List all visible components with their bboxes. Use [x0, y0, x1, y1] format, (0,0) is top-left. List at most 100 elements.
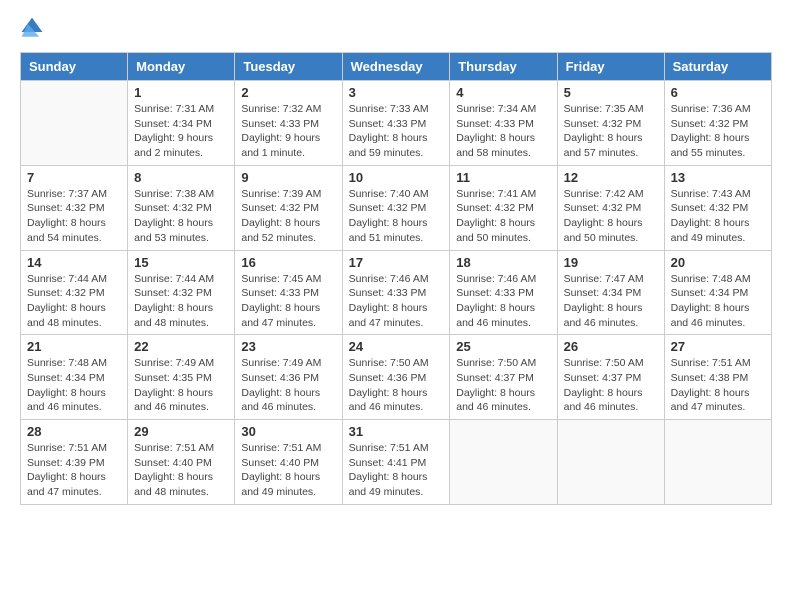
day-info: Sunrise: 7:42 AMSunset: 4:32 PMDaylight:…: [564, 187, 658, 246]
calendar-cell: 27Sunrise: 7:51 AMSunset: 4:38 PMDayligh…: [664, 335, 771, 420]
logo-icon: [20, 16, 44, 40]
day-number: 31: [349, 424, 444, 439]
weekday-header: Thursday: [450, 53, 557, 81]
calendar-cell: 17Sunrise: 7:46 AMSunset: 4:33 PMDayligh…: [342, 250, 450, 335]
day-number: 26: [564, 339, 658, 354]
day-number: 6: [671, 85, 765, 100]
calendar-cell: 20 Sunrise: 7:48 AMSunset: 4:34 PMDayligh…: [664, 250, 771, 335]
day-info: Sunrise: 7:50 AMSunset: 4:37 PMDaylight:…: [564, 356, 658, 415]
calendar-cell: 18 Sunrise: 7:46 AMSunset: 4:33 PMDayligh…: [450, 250, 557, 335]
calendar-cell: 3Sunrise: 7:33 AMSunset: 4:33 PMDaylight…: [342, 81, 450, 166]
calendar-cell: 13Sunrise: 7:43 AMSunset: 4:32 PMDayligh…: [664, 165, 771, 250]
day-info: Sunrise: 7:36 AMSunset: 4:32 PMDaylight:…: [671, 102, 765, 161]
weekday-header: Saturday: [664, 53, 771, 81]
calendar-cell: [557, 420, 664, 505]
calendar-cell: 9 Sunrise: 7:39 AMSunset: 4:32 PMDaylight…: [235, 165, 342, 250]
day-number: 1: [134, 85, 228, 100]
day-number: 28: [27, 424, 121, 439]
calendar-cell: 21 Sunrise: 7:48 AMSunset: 4:34 PMDayligh…: [21, 335, 128, 420]
day-info: Sunrise: 7:50 AMSunset: 4:36 PMDaylight:…: [349, 356, 444, 415]
day-info: Sunrise: 7:49 AMSunset: 4:36 PMDaylight:…: [241, 356, 335, 415]
day-number: 15: [134, 255, 228, 270]
day-number: 10: [349, 170, 444, 185]
day-info: Sunrise: 7:51 AMSunset: 4:39 PMDaylight:…: [27, 441, 121, 500]
day-number: 8: [134, 170, 228, 185]
day-info: Sunrise: 7:51 AMSunset: 4:41 PMDaylight:…: [349, 441, 444, 500]
day-number: 19: [564, 255, 658, 270]
calendar-cell: 11 Sunrise: 7:41 AMSunset: 4:32 PMDayligh…: [450, 165, 557, 250]
day-info: Sunrise: 7:50 AMSunset: 4:37 PMDaylight:…: [456, 356, 550, 415]
weekday-header: Monday: [128, 53, 235, 81]
calendar-cell: 30 Sunrise: 7:51 AMSunset: 4:40 PMDayligh…: [235, 420, 342, 505]
calendar-cell: 14Sunrise: 7:44 AMSunset: 4:32 PMDayligh…: [21, 250, 128, 335]
day-info: Sunrise: 7:40 AMSunset: 4:32 PMDaylight:…: [349, 187, 444, 246]
page-header: [20, 16, 772, 40]
calendar-cell: 26 Sunrise: 7:50 AMSunset: 4:37 PMDayligh…: [557, 335, 664, 420]
day-number: 29: [134, 424, 228, 439]
calendar-week-row: 14Sunrise: 7:44 AMSunset: 4:32 PMDayligh…: [21, 250, 772, 335]
day-info: Sunrise: 7:34 AMSunset: 4:33 PMDaylight:…: [456, 102, 550, 161]
day-number: 5: [564, 85, 658, 100]
day-number: 11: [456, 170, 550, 185]
day-number: 21: [27, 339, 121, 354]
calendar-cell: 10 Sunrise: 7:40 AMSunset: 4:32 PMDayligh…: [342, 165, 450, 250]
calendar-week-row: 1 Sunrise: 7:31 AMSunset: 4:34 PMDaylight…: [21, 81, 772, 166]
calendar-cell: 23Sunrise: 7:49 AMSunset: 4:36 PMDayligh…: [235, 335, 342, 420]
calendar-week-row: 21 Sunrise: 7:48 AMSunset: 4:34 PMDayligh…: [21, 335, 772, 420]
day-info: Sunrise: 7:51 AMSunset: 4:40 PMDaylight:…: [134, 441, 228, 500]
day-info: Sunrise: 7:49 AMSunset: 4:35 PMDaylight:…: [134, 356, 228, 415]
day-info: Sunrise: 7:35 AMSunset: 4:32 PMDaylight:…: [564, 102, 658, 161]
calendar-header-row: SundayMondayTuesdayWednesdayThursdayFrid…: [21, 53, 772, 81]
weekday-header: Wednesday: [342, 53, 450, 81]
day-info: Sunrise: 7:32 AMSunset: 4:33 PMDaylight:…: [241, 102, 335, 161]
day-number: 9: [241, 170, 335, 185]
calendar-cell: [450, 420, 557, 505]
calendar-cell: 16 Sunrise: 7:45 AMSunset: 4:33 PMDayligh…: [235, 250, 342, 335]
day-info: Sunrise: 7:44 AMSunset: 4:32 PMDaylight:…: [134, 272, 228, 331]
logo: [20, 16, 48, 40]
day-info: Sunrise: 7:46 AMSunset: 4:33 PMDaylight:…: [349, 272, 444, 331]
day-info: Sunrise: 7:48 AMSunset: 4:34 PMDaylight:…: [671, 272, 765, 331]
calendar-week-row: 28 Sunrise: 7:51 AMSunset: 4:39 PMDayligh…: [21, 420, 772, 505]
day-info: Sunrise: 7:51 AMSunset: 4:40 PMDaylight:…: [241, 441, 335, 500]
weekday-header: Friday: [557, 53, 664, 81]
day-info: Sunrise: 7:33 AMSunset: 4:33 PMDaylight:…: [349, 102, 444, 161]
calendar-cell: 25 Sunrise: 7:50 AMSunset: 4:37 PMDayligh…: [450, 335, 557, 420]
calendar-cell: 31 Sunrise: 7:51 AMSunset: 4:41 PMDayligh…: [342, 420, 450, 505]
calendar-cell: 8 Sunrise: 7:38 AMSunset: 4:32 PMDaylight…: [128, 165, 235, 250]
day-number: 12: [564, 170, 658, 185]
calendar-cell: 29 Sunrise: 7:51 AMSunset: 4:40 PMDayligh…: [128, 420, 235, 505]
calendar-week-row: 7Sunrise: 7:37 AMSunset: 4:32 PMDaylight…: [21, 165, 772, 250]
day-info: Sunrise: 7:45 AMSunset: 4:33 PMDaylight:…: [241, 272, 335, 331]
day-number: 2: [241, 85, 335, 100]
calendar-cell: 24 Sunrise: 7:50 AMSunset: 4:36 PMDayligh…: [342, 335, 450, 420]
calendar-cell: 7Sunrise: 7:37 AMSunset: 4:32 PMDaylight…: [21, 165, 128, 250]
calendar-cell: 6 Sunrise: 7:36 AMSunset: 4:32 PMDaylight…: [664, 81, 771, 166]
day-info: Sunrise: 7:31 AMSunset: 4:34 PMDaylight:…: [134, 102, 228, 161]
calendar-cell: 4 Sunrise: 7:34 AMSunset: 4:33 PMDaylight…: [450, 81, 557, 166]
day-number: 24: [349, 339, 444, 354]
calendar-cell: 15 Sunrise: 7:44 AMSunset: 4:32 PMDayligh…: [128, 250, 235, 335]
weekday-header: Sunday: [21, 53, 128, 81]
calendar-cell: 5 Sunrise: 7:35 AMSunset: 4:32 PMDaylight…: [557, 81, 664, 166]
day-number: 25: [456, 339, 550, 354]
day-number: 30: [241, 424, 335, 439]
calendar-cell: 19 Sunrise: 7:47 AMSunset: 4:34 PMDayligh…: [557, 250, 664, 335]
day-number: 7: [27, 170, 121, 185]
day-number: 4: [456, 85, 550, 100]
day-info: Sunrise: 7:47 AMSunset: 4:34 PMDaylight:…: [564, 272, 658, 331]
day-info: Sunrise: 7:46 AMSunset: 4:33 PMDaylight:…: [456, 272, 550, 331]
day-number: 18: [456, 255, 550, 270]
calendar-cell: 22Sunrise: 7:49 AMSunset: 4:35 PMDayligh…: [128, 335, 235, 420]
day-info: Sunrise: 7:48 AMSunset: 4:34 PMDaylight:…: [27, 356, 121, 415]
day-info: Sunrise: 7:39 AMSunset: 4:32 PMDaylight:…: [241, 187, 335, 246]
calendar-cell: [21, 81, 128, 166]
calendar-table: SundayMondayTuesdayWednesdayThursdayFrid…: [20, 52, 772, 505]
day-info: Sunrise: 7:51 AMSunset: 4:38 PMDaylight:…: [671, 356, 765, 415]
day-number: 20: [671, 255, 765, 270]
day-info: Sunrise: 7:38 AMSunset: 4:32 PMDaylight:…: [134, 187, 228, 246]
day-info: Sunrise: 7:44 AMSunset: 4:32 PMDaylight:…: [27, 272, 121, 331]
day-info: Sunrise: 7:41 AMSunset: 4:32 PMDaylight:…: [456, 187, 550, 246]
calendar-cell: 2 Sunrise: 7:32 AMSunset: 4:33 PMDaylight…: [235, 81, 342, 166]
day-number: 16: [241, 255, 335, 270]
